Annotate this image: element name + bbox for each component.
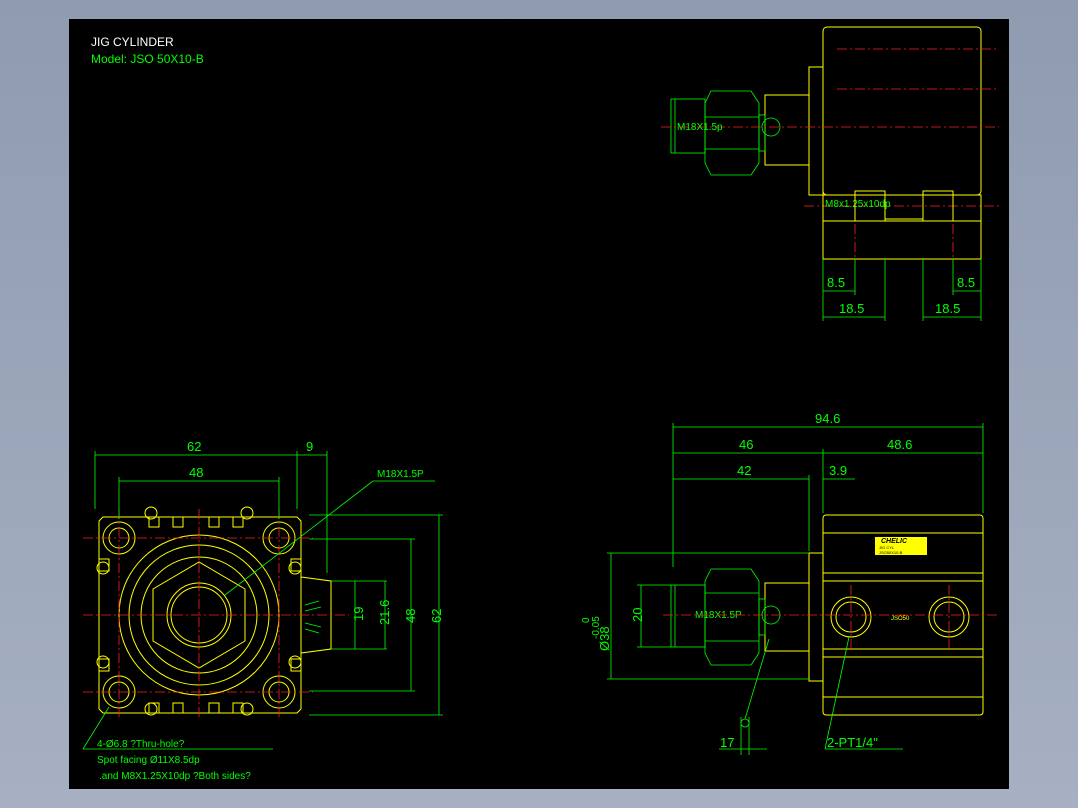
dim-side-total: 94.6 <box>815 411 840 426</box>
dim-front-62: 62 <box>187 439 201 454</box>
front-note-line1: 4-Ø6.8 ?Thru-hole? <box>97 739 185 750</box>
dim-side-20: 20 <box>630 608 645 622</box>
top-port-label: M8x1.25x10dp <box>825 199 891 210</box>
top-view: M18X1.5p M8x1.25x10dp 8.5 8.5 18.5 18.5 <box>661 26 999 321</box>
cad-drawing: JIG CYLINDER Model: JSO 50X10-B M18X1.5p… <box>82 26 999 782</box>
brand-label: CHELIC <box>881 538 908 545</box>
front-view: 62 9 48 19 21.6 48 62 M18X1.5P 4-Ø6.8 ?T… <box>82 439 444 782</box>
dim-side-17: 17 <box>720 735 734 750</box>
dim-side-46: 46 <box>739 437 753 452</box>
front-note-line2: Spot facing Ø11X8.5dp <box>97 755 200 766</box>
drawing-title: JIG CYLINDER <box>91 35 174 49</box>
side-thread-label: M18X1.5P <box>695 610 742 621</box>
dim-front-48: 48 <box>189 465 203 480</box>
dim-side-48-6: 48.6 <box>887 437 912 452</box>
dim-front-21-6: 21.6 <box>377 600 392 625</box>
dim-side-3-9: 3.9 <box>829 463 847 478</box>
dim-top-left-outer: 18.5 <box>839 301 864 316</box>
dim-top-right-outer: 18.5 <box>935 301 960 316</box>
dim-side-tol-lower: -0.05 <box>591 616 602 639</box>
drawing-viewport[interactable]: JIG CYLINDER Model: JSO 50X10-B M18X1.5p… <box>69 19 1009 789</box>
dim-side-42: 42 <box>737 463 751 478</box>
dim-front-9: 9 <box>306 439 313 454</box>
model-label: Model: JSO 50X10-B <box>91 52 204 66</box>
dim-top-left-inner: 8.5 <box>827 275 845 290</box>
front-note-line3: .and M8X1.25X10dp ?Both sides? <box>99 771 251 782</box>
dim-front-h62: 62 <box>429 609 444 623</box>
plate-line2: JSO50X10-B <box>879 550 903 555</box>
dim-front-19: 19 <box>351 607 366 621</box>
port-callout: 2-PT1/4" <box>827 735 878 750</box>
dim-front-h48: 48 <box>403 609 418 623</box>
side-view: CHELIC JIG CYL JSO50X10-B JSO50 M18X1.5P… <box>581 411 999 755</box>
plate-model-small: JSO50 <box>891 616 910 622</box>
front-thread-callout: M18X1.5P <box>377 469 424 480</box>
top-thread-label: M18X1.5p <box>677 122 723 133</box>
dim-top-right-inner: 8.5 <box>957 275 975 290</box>
